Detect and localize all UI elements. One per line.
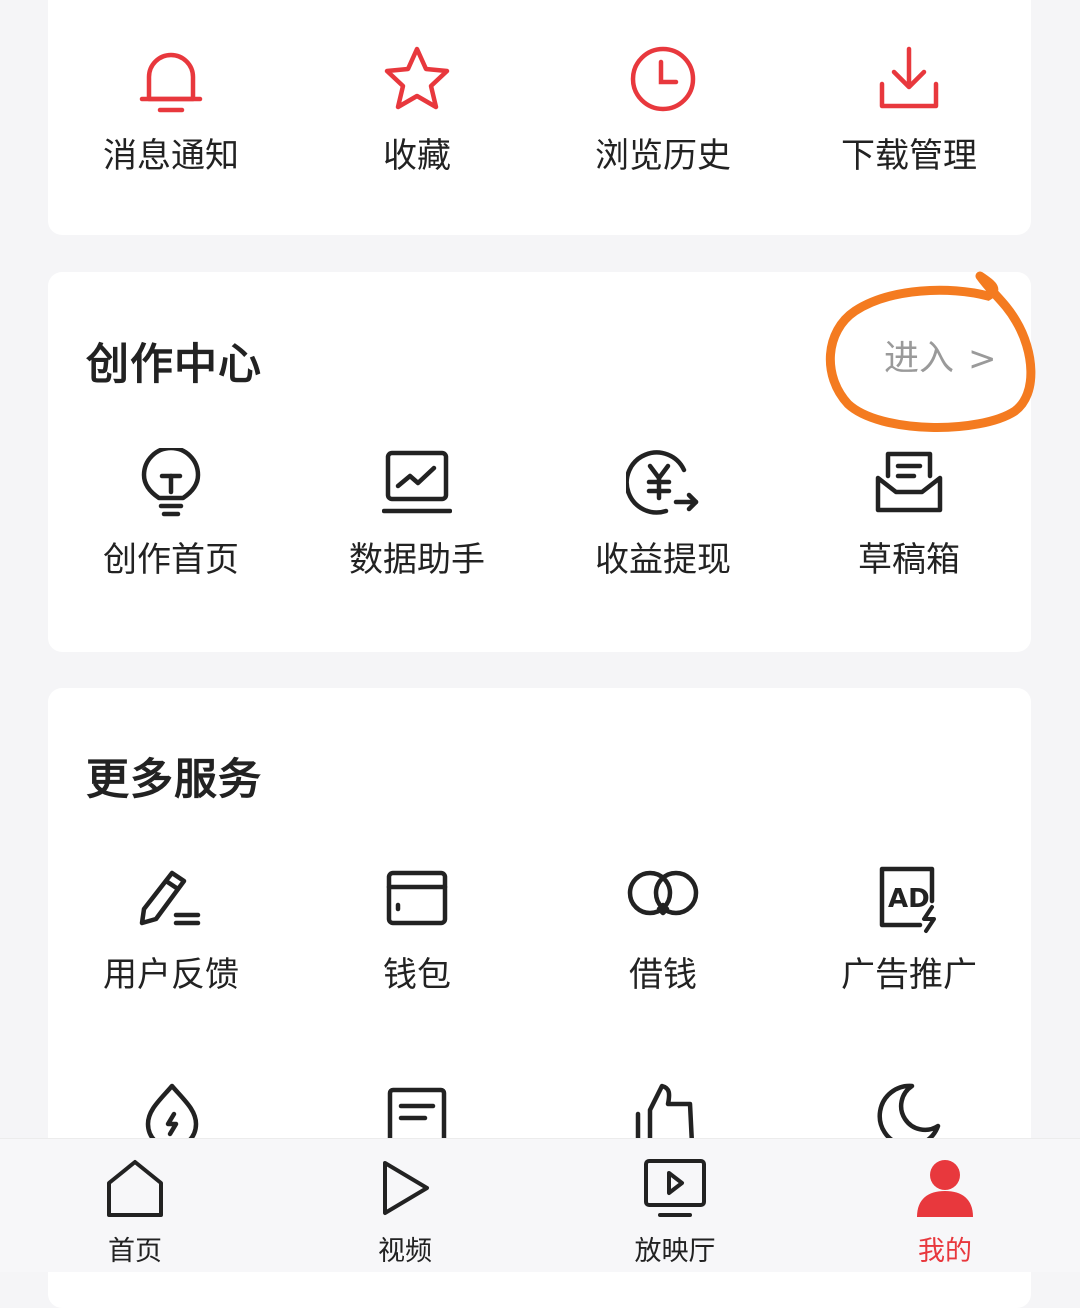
lightbulb-icon (141, 448, 201, 517)
creation-item-label: 草稿箱 (858, 540, 960, 580)
tab-screening-hall[interactable]: 放映厅 (540, 1139, 810, 1272)
tab-label: 视频 (378, 1236, 432, 1267)
service-item-label: 广告推广 (841, 955, 977, 995)
creation-item-label: 创作首页 (103, 540, 239, 580)
thumbs-up-icon[interactable] (632, 1080, 698, 1146)
quick-action-notifications[interactable]: 消息通知 (48, 40, 294, 190)
download-icon (879, 46, 939, 109)
borrow-money[interactable]: 借钱 (540, 865, 786, 1005)
tab-home[interactable]: 首页 (0, 1139, 270, 1272)
quick-action-history[interactable]: 浏览历史 (540, 40, 786, 190)
wallet-icon (386, 870, 448, 926)
service-item-label: 用户反馈 (103, 955, 239, 995)
creation-item-label: 数据助手 (349, 540, 485, 580)
svg-text:AD: AD (888, 884, 930, 914)
loan-icon (627, 870, 699, 916)
pencil-feedback-icon (139, 870, 201, 926)
yuan-withdraw-icon (626, 450, 699, 515)
user-feedback[interactable]: 用户反馈 (48, 865, 294, 1005)
tab-label: 我的 (918, 1236, 972, 1267)
user-icon (917, 1160, 973, 1217)
service-item-label: 钱包 (383, 955, 451, 995)
notes-icon[interactable] (385, 1086, 449, 1146)
creation-home[interactable]: 创作首页 (48, 448, 294, 588)
ad-promotion[interactable]: AD 广告推广 (786, 865, 1032, 1005)
flame-icon[interactable] (140, 1082, 204, 1146)
bottom-tab-bar: 首页 视频 放映厅 我的 (0, 1138, 1080, 1272)
earnings-withdraw[interactable]: 收益提现 (540, 448, 786, 588)
tab-video[interactable]: 视频 (270, 1139, 540, 1272)
creation-item-label: 收益提现 (595, 540, 731, 580)
chart-laptop-icon (382, 450, 452, 514)
tab-me[interactable]: 我的 (810, 1139, 1080, 1272)
hand-drawn-circle-annotation (825, 271, 1036, 432)
creation-center-title: 创作中心 (86, 340, 262, 390)
quick-action-favorites[interactable]: 收藏 (294, 40, 540, 190)
tv-icon (644, 1159, 706, 1217)
quick-action-label: 下载管理 (841, 136, 977, 176)
drafts-box[interactable]: 草稿箱 (786, 448, 1032, 588)
data-assistant[interactable]: 数据助手 (294, 448, 540, 588)
tab-label: 放映厅 (634, 1236, 716, 1267)
home-icon (107, 1160, 163, 1217)
service-item-label: 借钱 (629, 955, 697, 995)
quick-action-label: 收藏 (383, 136, 451, 176)
quick-action-label: 消息通知 (103, 136, 239, 176)
wallet[interactable]: 钱包 (294, 865, 540, 1005)
quick-action-downloads[interactable]: 下载管理 (786, 40, 1032, 190)
draft-box-icon (875, 451, 943, 513)
more-services-title: 更多服务 (86, 755, 262, 805)
quick-action-label: 浏览历史 (595, 136, 731, 176)
play-icon (383, 1161, 429, 1215)
tab-label: 首页 (108, 1236, 162, 1267)
clock-icon (630, 46, 696, 112)
bell-icon (139, 52, 203, 113)
ad-promo-icon: AD (879, 866, 936, 933)
star-icon (384, 46, 450, 110)
